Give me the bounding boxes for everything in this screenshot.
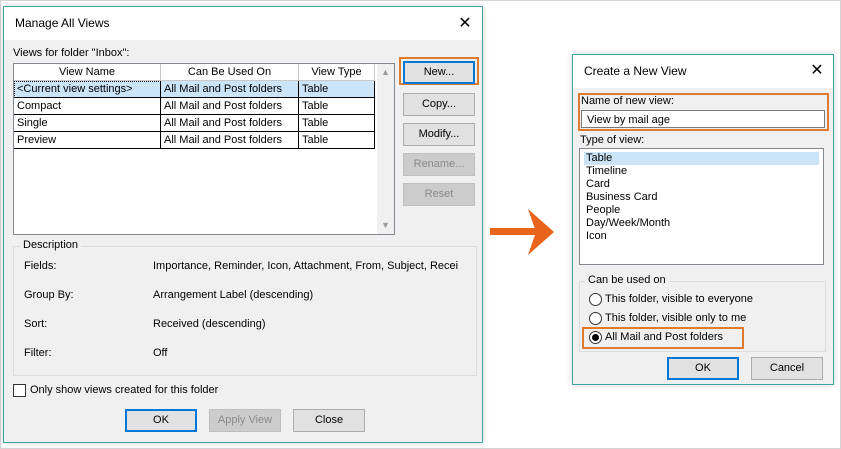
create-new-view-dialog: Create a New View ✕ Name of new view: Vi… xyxy=(572,54,834,385)
radio-label[interactable]: This folder, visible to everyone xyxy=(605,293,753,305)
close-button[interactable]: Close xyxy=(293,409,365,432)
scroll-up-icon[interactable]: ▲ xyxy=(377,64,394,81)
radio-this-folder-only-me[interactable] xyxy=(589,312,602,325)
only-show-label[interactable]: Only show views created for this folder xyxy=(30,384,218,396)
view-type-cell: Table xyxy=(299,98,375,115)
name-of-new-view-label: Name of new view: xyxy=(581,95,674,107)
table-row[interactable]: <Current view settings> All Mail and Pos… xyxy=(14,81,375,98)
dialog-title: Manage All Views xyxy=(15,16,110,30)
view-name-input[interactable]: View by mail age xyxy=(581,110,825,128)
reset-button[interactable]: Reset xyxy=(403,183,475,206)
list-header: View Name Can Be Used On View Type xyxy=(14,64,375,81)
sort-label: Sort: xyxy=(24,318,48,330)
view-name-cell: <Current view settings> xyxy=(14,81,161,98)
view-type-cell: Table xyxy=(299,132,375,149)
can-be-used-on-cell: All Mail and Post folders xyxy=(161,132,299,149)
table-row[interactable]: Compact All Mail and Post folders Table xyxy=(14,98,375,115)
views-for-folder-label: Views for folder "Inbox": xyxy=(13,47,130,59)
can-be-used-on-cell: All Mail and Post folders xyxy=(161,98,299,115)
table-row[interactable]: Single All Mail and Post folders Table xyxy=(14,115,375,132)
column-header-can-be-used-on[interactable]: Can Be Used On xyxy=(161,64,299,81)
list-item[interactable]: Timeline xyxy=(584,165,819,178)
close-icon[interactable]: ✕ xyxy=(807,61,827,81)
fields-value: Importance, Reminder, Icon, Attachment, … xyxy=(153,260,459,272)
title-bar: Manage All Views ✕ xyxy=(4,7,482,40)
filter-label: Filter: xyxy=(24,347,52,359)
only-show-checkbox[interactable] xyxy=(13,384,26,397)
list-item[interactable]: Day/Week/Month xyxy=(584,217,819,230)
view-type-cell: Table xyxy=(299,115,375,132)
group-by-label: Group By: xyxy=(24,289,74,301)
list-item[interactable]: Table xyxy=(584,152,819,165)
cancel-button[interactable]: Cancel xyxy=(751,357,823,380)
list-item[interactable]: Icon xyxy=(584,230,819,243)
new-button[interactable]: New... xyxy=(403,61,475,84)
type-of-view-label: Type of view: xyxy=(580,134,645,146)
apply-view-button[interactable]: Apply View xyxy=(209,409,281,432)
radio-this-folder-everyone[interactable] xyxy=(589,293,602,306)
can-be-used-on-cell: All Mail and Post folders xyxy=(161,115,299,132)
rename-button[interactable]: Rename... xyxy=(403,153,475,176)
radio-label[interactable]: All Mail and Post folders xyxy=(605,331,723,343)
fields-label: Fields: xyxy=(24,260,57,272)
close-icon[interactable]: ✕ xyxy=(455,14,475,34)
view-name-cell: Preview xyxy=(14,132,161,149)
radio-label[interactable]: This folder, visible only to me xyxy=(605,312,746,324)
manage-all-views-dialog: Manage All Views ✕ Views for folder "Inb… xyxy=(3,6,483,443)
column-header-view-type[interactable]: View Type xyxy=(299,64,375,81)
ok-button[interactable]: OK xyxy=(125,409,197,432)
vertical-scrollbar[interactable]: ▲ ▼ xyxy=(377,64,394,234)
scroll-down-icon[interactable]: ▼ xyxy=(377,217,394,234)
can-be-used-on-cell: All Mail and Post folders xyxy=(161,81,299,98)
view-type-list[interactable]: Table Timeline Card Business Card People… xyxy=(579,148,824,265)
sort-value: Received (descending) xyxy=(153,318,266,330)
views-list[interactable]: View Name Can Be Used On View Type <Curr… xyxy=(13,63,395,235)
list-item[interactable]: Card xyxy=(584,178,819,191)
column-header-view-name[interactable]: View Name xyxy=(14,64,161,81)
dialog-title: Create a New View xyxy=(584,64,687,78)
list-item[interactable]: Business Card xyxy=(584,191,819,204)
radio-all-mail-post-folders[interactable] xyxy=(589,331,602,344)
can-be-used-on-legend: Can be used on xyxy=(585,274,669,286)
view-name-cell: Single xyxy=(14,115,161,132)
view-type-cell: Table xyxy=(299,81,375,98)
ok-button[interactable]: OK xyxy=(667,357,739,380)
copy-button[interactable]: Copy... xyxy=(403,93,475,116)
description-legend: Description xyxy=(20,239,82,251)
group-by-value: Arrangement Label (descending) xyxy=(153,289,314,301)
view-name-cell: Compact xyxy=(14,98,161,115)
modify-button[interactable]: Modify... xyxy=(403,123,475,146)
flow-arrow-icon xyxy=(490,207,556,260)
table-row[interactable]: Preview All Mail and Post folders Table xyxy=(14,132,375,149)
title-bar: Create a New View ✕ xyxy=(573,55,833,88)
list-item[interactable]: People xyxy=(584,204,819,217)
filter-value: Off xyxy=(153,347,168,359)
